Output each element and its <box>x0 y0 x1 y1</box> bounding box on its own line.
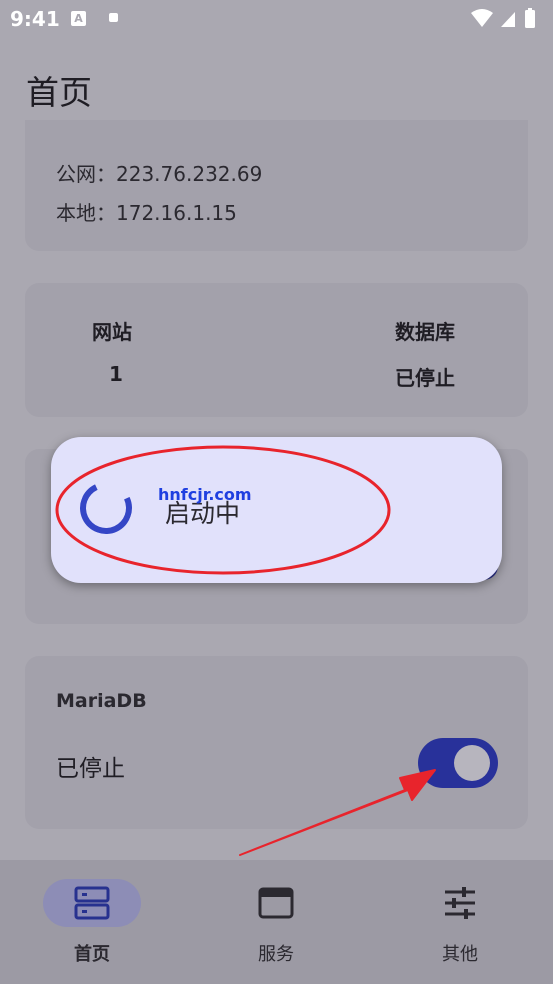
nav-label-home: 首页 <box>74 944 110 965</box>
sliders-icon <box>445 887 475 919</box>
annotation-arrow <box>239 769 436 856</box>
annotation-circle <box>55 445 391 575</box>
nav-item-other[interactable]: 其他 <box>368 860 552 984</box>
bottom-navigation: 首页 服务 其他 <box>0 860 553 984</box>
window-icon <box>258 887 294 919</box>
nav-item-services[interactable]: 服务 <box>184 860 368 984</box>
nav-item-home[interactable]: 首页 <box>0 860 184 984</box>
nav-label-other: 其他 <box>442 944 478 965</box>
annotation-overlay <box>55 445 436 856</box>
server-icon <box>74 886 110 920</box>
nav-label-services: 服务 <box>258 944 294 965</box>
